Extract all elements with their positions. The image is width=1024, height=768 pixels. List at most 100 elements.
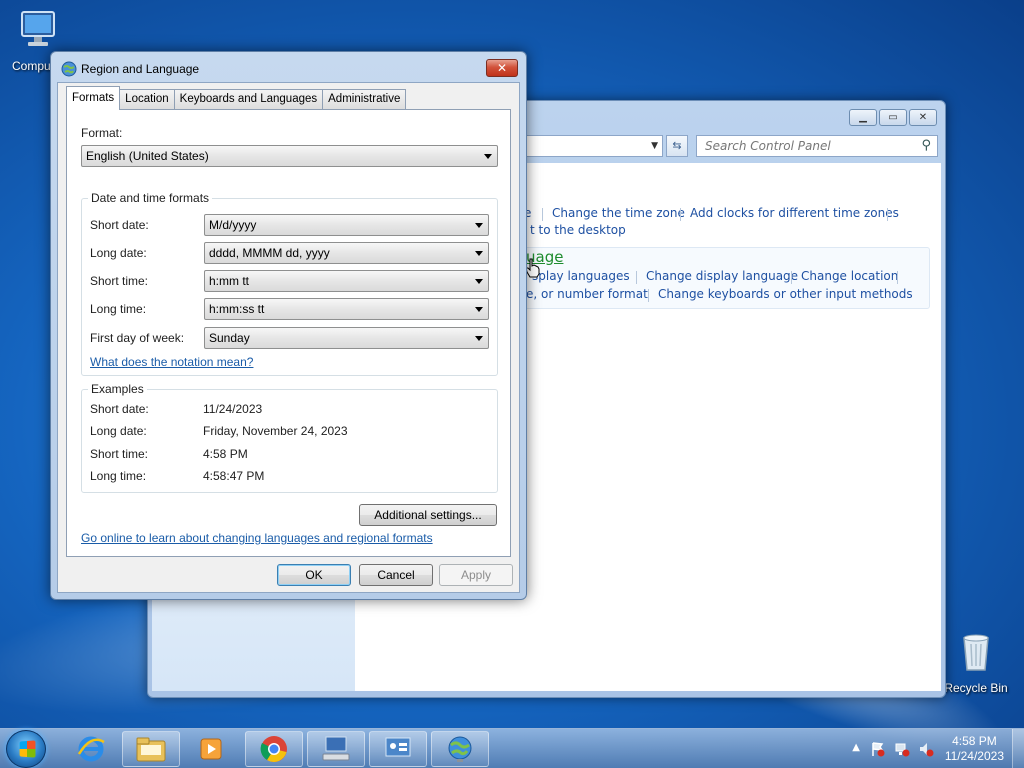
hand-cursor-icon: [525, 258, 540, 278]
install-display-languages-link[interactable]: splay languages: [532, 269, 630, 283]
chrome-icon: [260, 736, 287, 762]
example-label: Short date:: [90, 402, 149, 416]
example-value: 4:58:47 PM: [203, 469, 265, 483]
gadget-desktop-link[interactable]: t to the desktop: [530, 223, 626, 237]
network-icon[interactable]: [894, 741, 910, 757]
cancel-button[interactable]: Cancel: [359, 564, 433, 586]
search-placeholder: Search Control Panel: [705, 139, 831, 153]
taskbar-region-language[interactable]: [431, 731, 489, 767]
address-bar[interactable]: ▼: [518, 135, 663, 157]
show-hidden-icons[interactable]: ▲: [852, 742, 860, 753]
refresh-button[interactable]: ⇆: [666, 135, 688, 157]
dialog-body: Formats Location Keyboards and Languages…: [57, 82, 520, 593]
link-separator: [680, 208, 681, 221]
maximize-button[interactable]: ▭: [879, 109, 907, 126]
chevron-down-icon: [484, 154, 492, 159]
chevron-down-icon: [475, 336, 483, 341]
example-value: Friday, November 24, 2023: [203, 424, 348, 438]
tab-strip: Formats Location Keyboards and Languages…: [66, 86, 407, 110]
first-day-label: First day of week:: [90, 331, 185, 345]
change-time-zone-link[interactable]: Change the time zone: [552, 206, 685, 220]
format-dropdown[interactable]: English (United States): [81, 145, 498, 167]
long-date-value: dddd, MMMM dd, yyyy: [209, 246, 330, 260]
minimize-button[interactable]: ▁: [849, 109, 877, 126]
clock-time: 4:58 PM: [952, 734, 997, 748]
tab-keyboards-and-languages[interactable]: Keyboards and Languages: [173, 89, 324, 110]
short-date-label: Short date:: [90, 218, 149, 232]
desktop-icon-recycle-bin[interactable]: Recycle Bin: [938, 630, 1014, 695]
start-button[interactable]: [6, 730, 46, 768]
format-value: English (United States): [86, 149, 209, 163]
taskbar-clock[interactable]: 4:58 PM 11/24/2023: [945, 734, 1004, 764]
globe-icon: [448, 736, 472, 762]
clock-date: 11/24/2023: [944, 749, 1004, 763]
group-title: Examples: [88, 382, 147, 396]
tab-formats[interactable]: Formats: [66, 86, 121, 110]
search-input[interactable]: Search Control Panel ⚲: [696, 135, 938, 157]
computer-icon: [21, 11, 55, 46]
chevron-down-icon: [475, 251, 483, 256]
long-time-label: Long time:: [90, 302, 147, 316]
chevron-down-icon[interactable]: ▼: [651, 141, 658, 151]
long-time-value: h:mm:ss tt: [209, 302, 265, 316]
ok-button[interactable]: OK: [277, 564, 351, 586]
taskbar-windows-explorer[interactable]: [122, 731, 180, 767]
example-label: Short time:: [90, 447, 149, 461]
chevron-down-icon: [475, 223, 483, 228]
link-separator: [636, 271, 637, 284]
long-date-dropdown[interactable]: dddd, MMMM dd, yyyy: [204, 242, 489, 264]
first-day-value: Sunday: [209, 331, 250, 345]
tab-administrative[interactable]: Administrative: [322, 89, 407, 110]
short-time-label: Short time:: [90, 274, 149, 288]
search-icon: ⚲: [921, 138, 931, 153]
short-time-dropdown[interactable]: h:mm tt: [204, 270, 489, 292]
first-day-dropdown[interactable]: Sunday: [204, 327, 489, 349]
apply-button[interactable]: Apply: [439, 564, 513, 586]
example-value: 4:58 PM: [203, 447, 248, 461]
internet-explorer-icon: [77, 736, 105, 762]
formats-panel: Format: English (United States) Date and…: [66, 109, 511, 557]
additional-settings-button[interactable]: Additional settings...: [359, 504, 497, 526]
action-center-flag-icon[interactable]: [870, 741, 886, 757]
number-format-link[interactable]: e, or number format: [526, 287, 648, 301]
folder-icon: [136, 737, 166, 762]
chevron-down-icon: [475, 307, 483, 312]
show-desktop-button[interactable]: [1012, 729, 1024, 768]
change-display-language-link[interactable]: Change display language: [646, 269, 798, 283]
tab-location[interactable]: Location: [119, 89, 175, 110]
link-separator: [897, 271, 898, 284]
monitor-keyboard-icon: [322, 736, 350, 761]
link-separator: [791, 271, 792, 284]
recycle-bin-icon: [963, 634, 989, 671]
dialog-close-button[interactable]: ✕: [486, 59, 518, 77]
desktop-icon-label: Recycle Bin: [944, 681, 1008, 695]
link-separator: [542, 208, 543, 221]
taskbar-control-panel[interactable]: [369, 731, 427, 767]
long-time-dropdown[interactable]: h:mm:ss tt: [204, 298, 489, 320]
taskbar-remote-desktop[interactable]: [307, 731, 365, 767]
refresh-icon: ⇆: [672, 139, 682, 152]
taskbar-chrome[interactable]: [245, 731, 303, 767]
example-label: Long time:: [90, 469, 147, 483]
volume-muted-icon[interactable]: [918, 741, 934, 757]
region-language-dialog[interactable]: Region and Language ✕ Formats Location K…: [50, 51, 527, 600]
dialog-title: Region and Language: [81, 62, 200, 76]
link-separator: [887, 208, 888, 221]
taskbar: ▲ 4:58 PM 11/24/2023: [0, 728, 1024, 768]
chevron-down-icon: [475, 279, 483, 284]
taskbar-internet-explorer[interactable]: [62, 731, 120, 767]
media-player-icon: [200, 738, 222, 760]
change-location-link[interactable]: Change location: [801, 269, 898, 283]
add-clocks-link[interactable]: Add clocks for different time zones: [690, 206, 899, 220]
close-button[interactable]: ✕: [909, 109, 937, 126]
group-title: Date and time formats: [88, 191, 213, 205]
example-value: 11/24/2023: [203, 402, 263, 416]
notation-help-link[interactable]: What does the notation mean?: [90, 355, 253, 369]
example-label: Long date:: [90, 424, 147, 438]
change-keyboards-link[interactable]: Change keyboards or other input methods: [658, 287, 913, 301]
online-help-link[interactable]: Go online to learn about changing langua…: [81, 531, 433, 545]
taskbar-media-player[interactable]: [182, 731, 240, 767]
link-separator: [648, 289, 649, 302]
short-date-dropdown[interactable]: M/d/yyyy: [204, 214, 489, 236]
short-time-value: h:mm tt: [209, 274, 250, 288]
